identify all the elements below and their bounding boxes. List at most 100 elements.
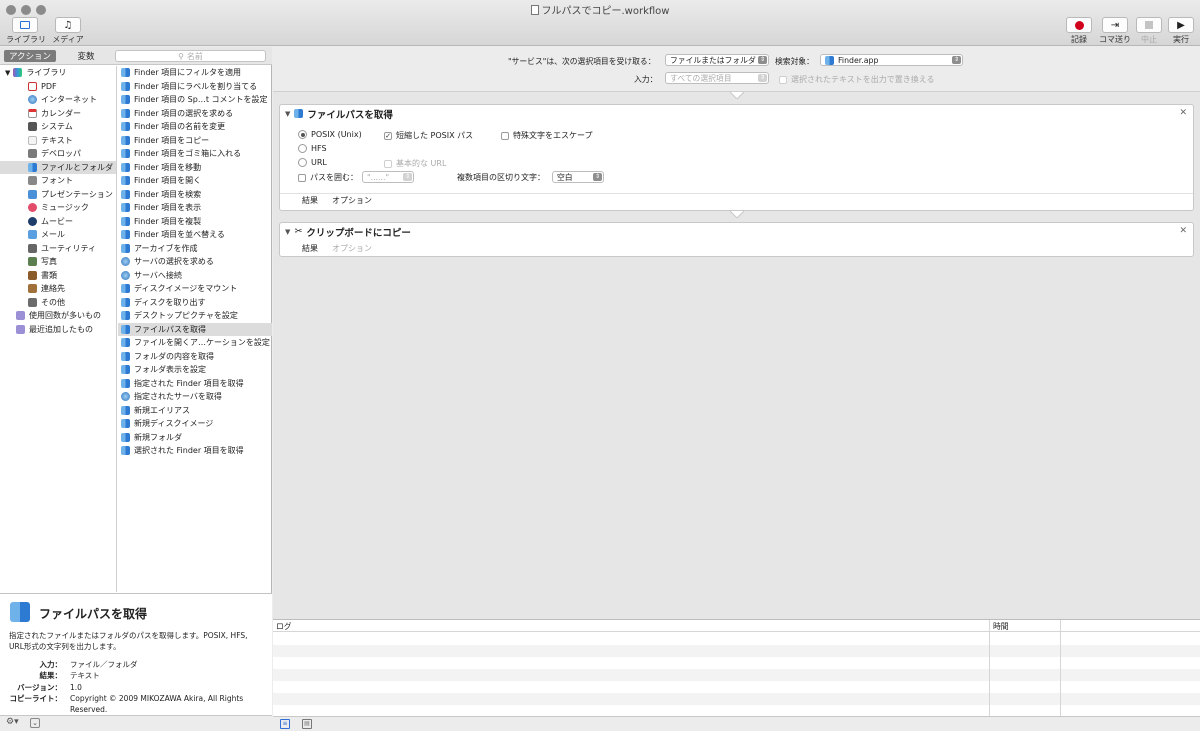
split-view-icon[interactable]: ▤ [302,719,312,729]
action-item[interactable]: フォルダの内容を取得 [118,350,272,364]
category-item[interactable]: システム [0,120,116,134]
category-item[interactable]: デベロッパ [0,147,116,161]
tab-actions[interactable]: アクション [4,50,56,62]
base-url-checkbox[interactable]: 基本的な URL [384,158,446,169]
action-item[interactable]: ディスクを取り出す [118,296,272,310]
disclosure-triangle-icon[interactable]: ▼ [5,69,10,77]
close-action-icon[interactable]: ✕ [1179,108,1187,118]
action-item[interactable]: アーカイブを作成 [118,242,272,256]
category-item[interactable]: ムービー [0,215,116,229]
category-item[interactable]: 書類 [0,269,116,283]
url-radio[interactable]: URL [298,158,327,167]
column-divider[interactable] [1060,620,1061,717]
action-item[interactable]: Finder 項目を複製 [118,215,272,229]
results-tab[interactable]: 結果 [302,195,318,206]
options-tab[interactable]: オプション [332,243,372,254]
action-item[interactable]: 新規エイリアス [118,404,272,418]
action-item[interactable]: Finder 項目を検索 [118,188,272,202]
quote-style-popup[interactable]: "......" ⇕ [362,171,414,183]
record-toolbar-button[interactable]: 記録 [1066,17,1092,45]
meta-row: コピーライト： Copyright © 2009 MIKOZAWA Akira, … [9,693,244,715]
category-item[interactable]: その他 [0,296,116,310]
action-card-header[interactable]: ▼ ✂ クリップボードにコピー [280,223,1193,240]
action-item[interactable]: 指定されたサーバを取得 [118,390,272,404]
step-toolbar-button[interactable]: ⇥ コマ送り [1098,17,1132,45]
replace-text-checkbox[interactable]: 選択されたテキストを出力で置き換える [779,74,935,85]
category-item[interactable]: ミュージック [0,201,116,215]
list-view-icon[interactable]: ≡ [280,719,290,729]
stop-toolbar-button[interactable]: 中止 [1136,17,1162,45]
category-item[interactable]: プレゼンテーション [0,188,116,202]
options-tab[interactable]: オプション [332,195,372,206]
hfs-radio[interactable]: HFS [298,144,327,153]
action-item[interactable]: ファイルを開くア…ケーションを設定 [118,336,272,350]
action-item[interactable]: Finder 項目にラベルを割り当てる [118,80,272,94]
finder-icon [121,446,130,456]
category-item[interactable]: 使用回数が多いもの [0,309,116,323]
quote-path-checkbox[interactable]: パスを囲む： [298,172,358,183]
category-item[interactable]: ユーティリティ [0,242,116,256]
library-footer: ⚙▾ ⌄ [0,715,272,731]
short-posix-checkbox[interactable]: ✓ 短縮した POSIX パス [384,130,473,141]
results-tab[interactable]: 結果 [302,243,318,254]
search-field[interactable]: ⚲ 名前 [115,50,266,62]
action-item[interactable]: Finder 項目を移動 [118,161,272,175]
library-toolbar-button[interactable]: ライブラリ [6,17,46,45]
action-item[interactable]: サーバの選択を求める [118,255,272,269]
action-item[interactable]: フォルダ表示を設定 [118,363,272,377]
action-item[interactable]: 指定された Finder 項目を取得 [118,377,272,391]
escape-checkbox[interactable]: 特殊文字をエスケープ [501,130,593,141]
action-item[interactable]: Finder 項目を表示 [118,201,272,215]
category-item[interactable]: カレンダー [0,107,116,121]
category-item[interactable]: 写真 [0,255,116,269]
target-app-popup[interactable]: Finder.app ⇕ [820,54,963,66]
checkbox-icon [298,173,306,182]
category-item[interactable]: インターネット [0,93,116,107]
category-item[interactable]: メール [0,228,116,242]
finder-icon [121,243,130,253]
action-item[interactable]: サーバへ接続 [118,269,272,283]
action-item[interactable]: Finder 項目にフィルタを適用 [118,66,272,80]
action-item[interactable]: Finder 項目をゴミ箱に入れる [118,147,272,161]
action-item[interactable]: ディスクイメージをマウント [118,282,272,296]
gear-icon[interactable]: ⚙▾ [6,717,19,727]
action-item[interactable]: Finder 項目の Sp…t コメントを設定 [118,93,272,107]
action-item[interactable]: 新規フォルダ [118,431,272,445]
run-toolbar-button[interactable]: ▶ 実行 [1168,17,1194,45]
category-item[interactable]: 最近追加したもの [0,323,116,337]
radio-icon [298,158,307,167]
collapse-description-icon[interactable]: ⌄ [30,718,40,728]
close-action-icon[interactable]: ✕ [1179,226,1187,236]
category-item[interactable]: テキスト [0,134,116,148]
disclosure-triangle-icon[interactable]: ▼ [285,228,290,236]
action-item[interactable]: Finder 項目の名前を変更 [118,120,272,134]
tab-variables[interactable]: 変数 [60,50,112,62]
separator-popup[interactable]: 空白 ⇕ [552,171,604,183]
action-item[interactable]: Finder 項目を並べ替える [118,228,272,242]
time-column-header[interactable]: 時間 [993,621,1009,632]
column-divider[interactable] [989,620,990,717]
action-item[interactable]: デスクトップピクチャを設定 [118,309,272,323]
action-item[interactable]: 選択された Finder 項目を取得 [118,444,272,458]
category-item[interactable]: フォント [0,174,116,188]
action-item[interactable]: 新規ディスクイメージ [118,417,272,431]
finder-icon [121,81,130,91]
category-item[interactable]: PDF [0,80,116,94]
category-item-selected[interactable]: ファイルとフォルダ [0,160,116,174]
disclosure-triangle-icon[interactable]: ▼ [285,110,290,118]
action-card-header[interactable]: ▼ ファイルパスを取得 [280,105,1193,122]
action-list: Finder 項目にフィルタを適用 Finder 項目にラベルを割り当てる Fi… [118,66,272,592]
media-toolbar-button[interactable]: ♫ メディア [51,17,85,45]
globe-icon [121,270,130,280]
action-item[interactable]: Finder 項目の選択を求める [118,107,272,121]
category-item[interactable]: 連絡先 [0,282,116,296]
receives-type-popup[interactable]: ファイルまたはフォルダ ⇕ [665,54,769,66]
search-input[interactable]: 名前 [187,51,203,62]
input-popup[interactable]: すべての選択項目 ⇕ [665,72,769,84]
action-item[interactable]: Finder 項目を開く [118,174,272,188]
action-item[interactable]: Finder 項目をコピー [118,134,272,148]
log-column-header[interactable]: ログ [276,621,292,632]
posix-radio[interactable]: POSIX (Unix) [298,130,362,139]
action-item-selected[interactable]: ファイルパスを取得 [118,322,272,336]
category-item[interactable]: ▼ ライブラリ [0,66,116,80]
